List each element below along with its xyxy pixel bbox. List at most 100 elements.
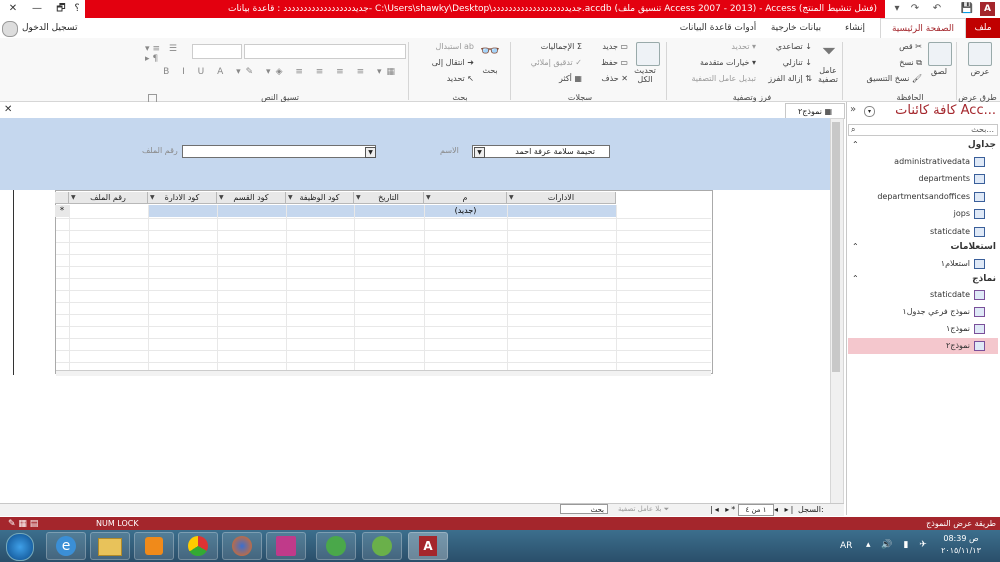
more-button[interactable]: أكثر ▦ (540, 74, 582, 83)
new-row-marker[interactable]: * (55, 205, 70, 217)
nav-search-box[interactable]: بحث... ⌕ (848, 124, 998, 136)
next-record-buttons[interactable]: |◂ ▸* (710, 505, 737, 514)
redo-icon[interactable]: ↷ (908, 0, 922, 18)
chevron-down-icon[interactable]: ▼ (150, 192, 155, 204)
column-header-job-code[interactable]: كود الوظيفة ▼ (286, 192, 354, 204)
more-icon[interactable]: ▾ (890, 0, 904, 18)
replace-button[interactable]: استبدال ab (420, 42, 474, 51)
nav-item-departments[interactable]: departments (850, 171, 971, 187)
nav-group-queries[interactable]: استعلامات (870, 242, 996, 252)
nav-item-staticdate-form[interactable]: staticdate (850, 287, 970, 303)
clock-date[interactable]: ٢٠١٥/١١/١٣ (930, 546, 992, 555)
chevron-down-icon[interactable]: ▼ (365, 147, 376, 158)
spelling-button[interactable]: تدقيق إملائي ✓ (514, 58, 582, 67)
nav-item-administrativedata[interactable]: administrativedata (850, 154, 970, 170)
column-header-file-number[interactable]: رقم الملف ▼ (69, 192, 148, 204)
selection-button[interactable]: تحديد ▾ (690, 42, 756, 51)
view-button[interactable]: عرض (968, 67, 992, 76)
chevron-down-icon[interactable]: ▼ (71, 192, 76, 204)
sort-ascending-button[interactable]: تصاعدي ↓ (760, 42, 812, 51)
tab-external-data[interactable]: بيانات خارجية (762, 18, 830, 38)
column-header-m[interactable]: م ▼ (424, 192, 507, 204)
first-record-button[interactable]: ◂ ▸| (774, 505, 795, 514)
scrollbar-thumb[interactable] (832, 122, 840, 372)
undo-icon[interactable]: ↶ (930, 0, 944, 18)
taskbar-chrome[interactable] (178, 532, 218, 560)
new-row-cell[interactable]: (جديد) (424, 205, 507, 217)
minimize-button[interactable]: — (24, 0, 50, 18)
find-button[interactable]: بحث (478, 66, 502, 75)
list-buttons[interactable]: ▾≡ ☰ ▸¶ (145, 44, 189, 64)
filter-icon[interactable]: ⏷ (820, 42, 838, 62)
font-name-combo[interactable] (244, 44, 406, 59)
taskbar-ie[interactable]: e (46, 532, 86, 560)
nav-pane-title[interactable]: كافة كائنات Acc... (876, 103, 996, 118)
refresh-all-button[interactable]: تحديث الكل (628, 66, 662, 84)
taskbar-access[interactable]: A (408, 532, 448, 560)
close-window-button[interactable]: ✕ (0, 0, 26, 18)
record-search-input[interactable]: بحث (560, 504, 608, 514)
binoculars-icon[interactable]: 👓 (480, 42, 500, 60)
name-combo[interactable]: تحيمة سلامة عرفة احمد ▼ (472, 145, 610, 158)
chevron-down-icon[interactable]: ▼ (474, 147, 485, 158)
paste-button[interactable]: لصق (926, 67, 952, 76)
delete-record-button[interactable]: حذف ✕ (588, 74, 628, 83)
tab-file[interactable]: ملف (966, 18, 1000, 38)
language-indicator[interactable]: AR (840, 541, 852, 551)
filter-status[interactable]: بلا عامل تصفية ⏷ (618, 505, 669, 514)
chevron-down-icon[interactable]: ▼ (219, 192, 224, 204)
new-record-button[interactable]: جديد ▭ (588, 42, 628, 51)
column-header-departments[interactable]: الادارات ▼ (507, 192, 616, 204)
tab-home[interactable]: الصفحة الرئيسية (880, 18, 966, 40)
tab-database-tools[interactable]: أدوات قاعدة البيانات (674, 18, 762, 38)
view-icon[interactable] (968, 42, 992, 66)
taskbar-download-manager[interactable] (316, 532, 356, 560)
toggle-filter-button[interactable]: تبديل عامل التصفية (670, 74, 756, 83)
refresh-icon[interactable] (636, 42, 660, 66)
taskbar-tool[interactable] (362, 532, 402, 560)
nav-item-form2[interactable]: نموذج٢ (850, 338, 970, 354)
chevron-down-icon[interactable]: ▾ (864, 106, 875, 117)
select-button[interactable]: تحديد ↖ (420, 74, 474, 83)
chevron-down-icon[interactable]: ▼ (509, 192, 514, 204)
copy-button[interactable]: نسخ ⧉ (860, 58, 922, 68)
clock-time[interactable]: 08:39 ص (930, 534, 992, 543)
sort-descending-button[interactable]: تنازلي ↓ (760, 58, 812, 67)
nav-item-subform-table1[interactable]: نموذج فرعي جدول١ (850, 304, 970, 320)
nav-item-jops[interactable]: jops (850, 206, 970, 222)
column-header-admin-code[interactable]: كود الادارة ▼ (148, 192, 217, 204)
subform-record-nav[interactable] (56, 370, 711, 376)
save-icon[interactable]: 💾 (960, 0, 974, 18)
totals-button[interactable]: الإجماليات Σ (524, 42, 582, 51)
collapse-group-icon[interactable]: ⌃ (852, 242, 859, 251)
font-size-combo[interactable] (192, 44, 242, 59)
column-header-section-code[interactable]: كود القسم ▼ (217, 192, 286, 204)
tab-create[interactable]: إنشاء (830, 18, 880, 38)
sign-in-link[interactable]: تسجيل الدخول (22, 18, 77, 38)
collapse-group-icon[interactable]: ⌃ (852, 140, 859, 149)
remove-sort-button[interactable]: إزالة الفرز ⇅ (750, 74, 812, 83)
tab-form2[interactable]: نموذج٢ ▦ (785, 103, 845, 119)
collapse-group-icon[interactable]: ⌃ (852, 274, 859, 283)
nav-group-forms[interactable]: نماذج (870, 274, 996, 284)
status-view-icons[interactable]: ✎ ▦ ▤ (8, 519, 38, 529)
taskbar-media-player[interactable] (134, 532, 174, 560)
format-painter-button[interactable]: نسخ التنسيق 🖌 (840, 74, 922, 83)
taskbar-explorer[interactable] (90, 532, 130, 560)
goto-button[interactable]: انتقال إلى ➜ (412, 58, 474, 67)
filter-button[interactable]: عامل تصفية (814, 66, 842, 84)
record-position-field[interactable]: ١ من ٤ (738, 504, 774, 516)
close-icon[interactable]: ✕ (4, 104, 12, 115)
chevron-down-icon[interactable]: ▼ (426, 192, 431, 204)
taskbar-firefox[interactable] (222, 532, 262, 560)
paste-icon[interactable] (928, 42, 952, 66)
nav-item-form1[interactable]: نموذج١ (850, 321, 970, 337)
collapse-icon[interactable]: » (850, 104, 856, 115)
avatar[interactable] (2, 21, 18, 37)
save-record-button[interactable]: حفظ ▭ (588, 58, 628, 67)
cut-button[interactable]: قص ✂ (860, 42, 922, 51)
column-header-date[interactable]: التاريخ ▼ (354, 192, 424, 204)
tray-icons[interactable]: ▴ 🔊 ▮ ✈ (866, 540, 931, 550)
chevron-down-icon[interactable]: ▼ (288, 192, 293, 204)
advanced-button[interactable]: خيارات متقدمة ▾ (680, 58, 756, 67)
